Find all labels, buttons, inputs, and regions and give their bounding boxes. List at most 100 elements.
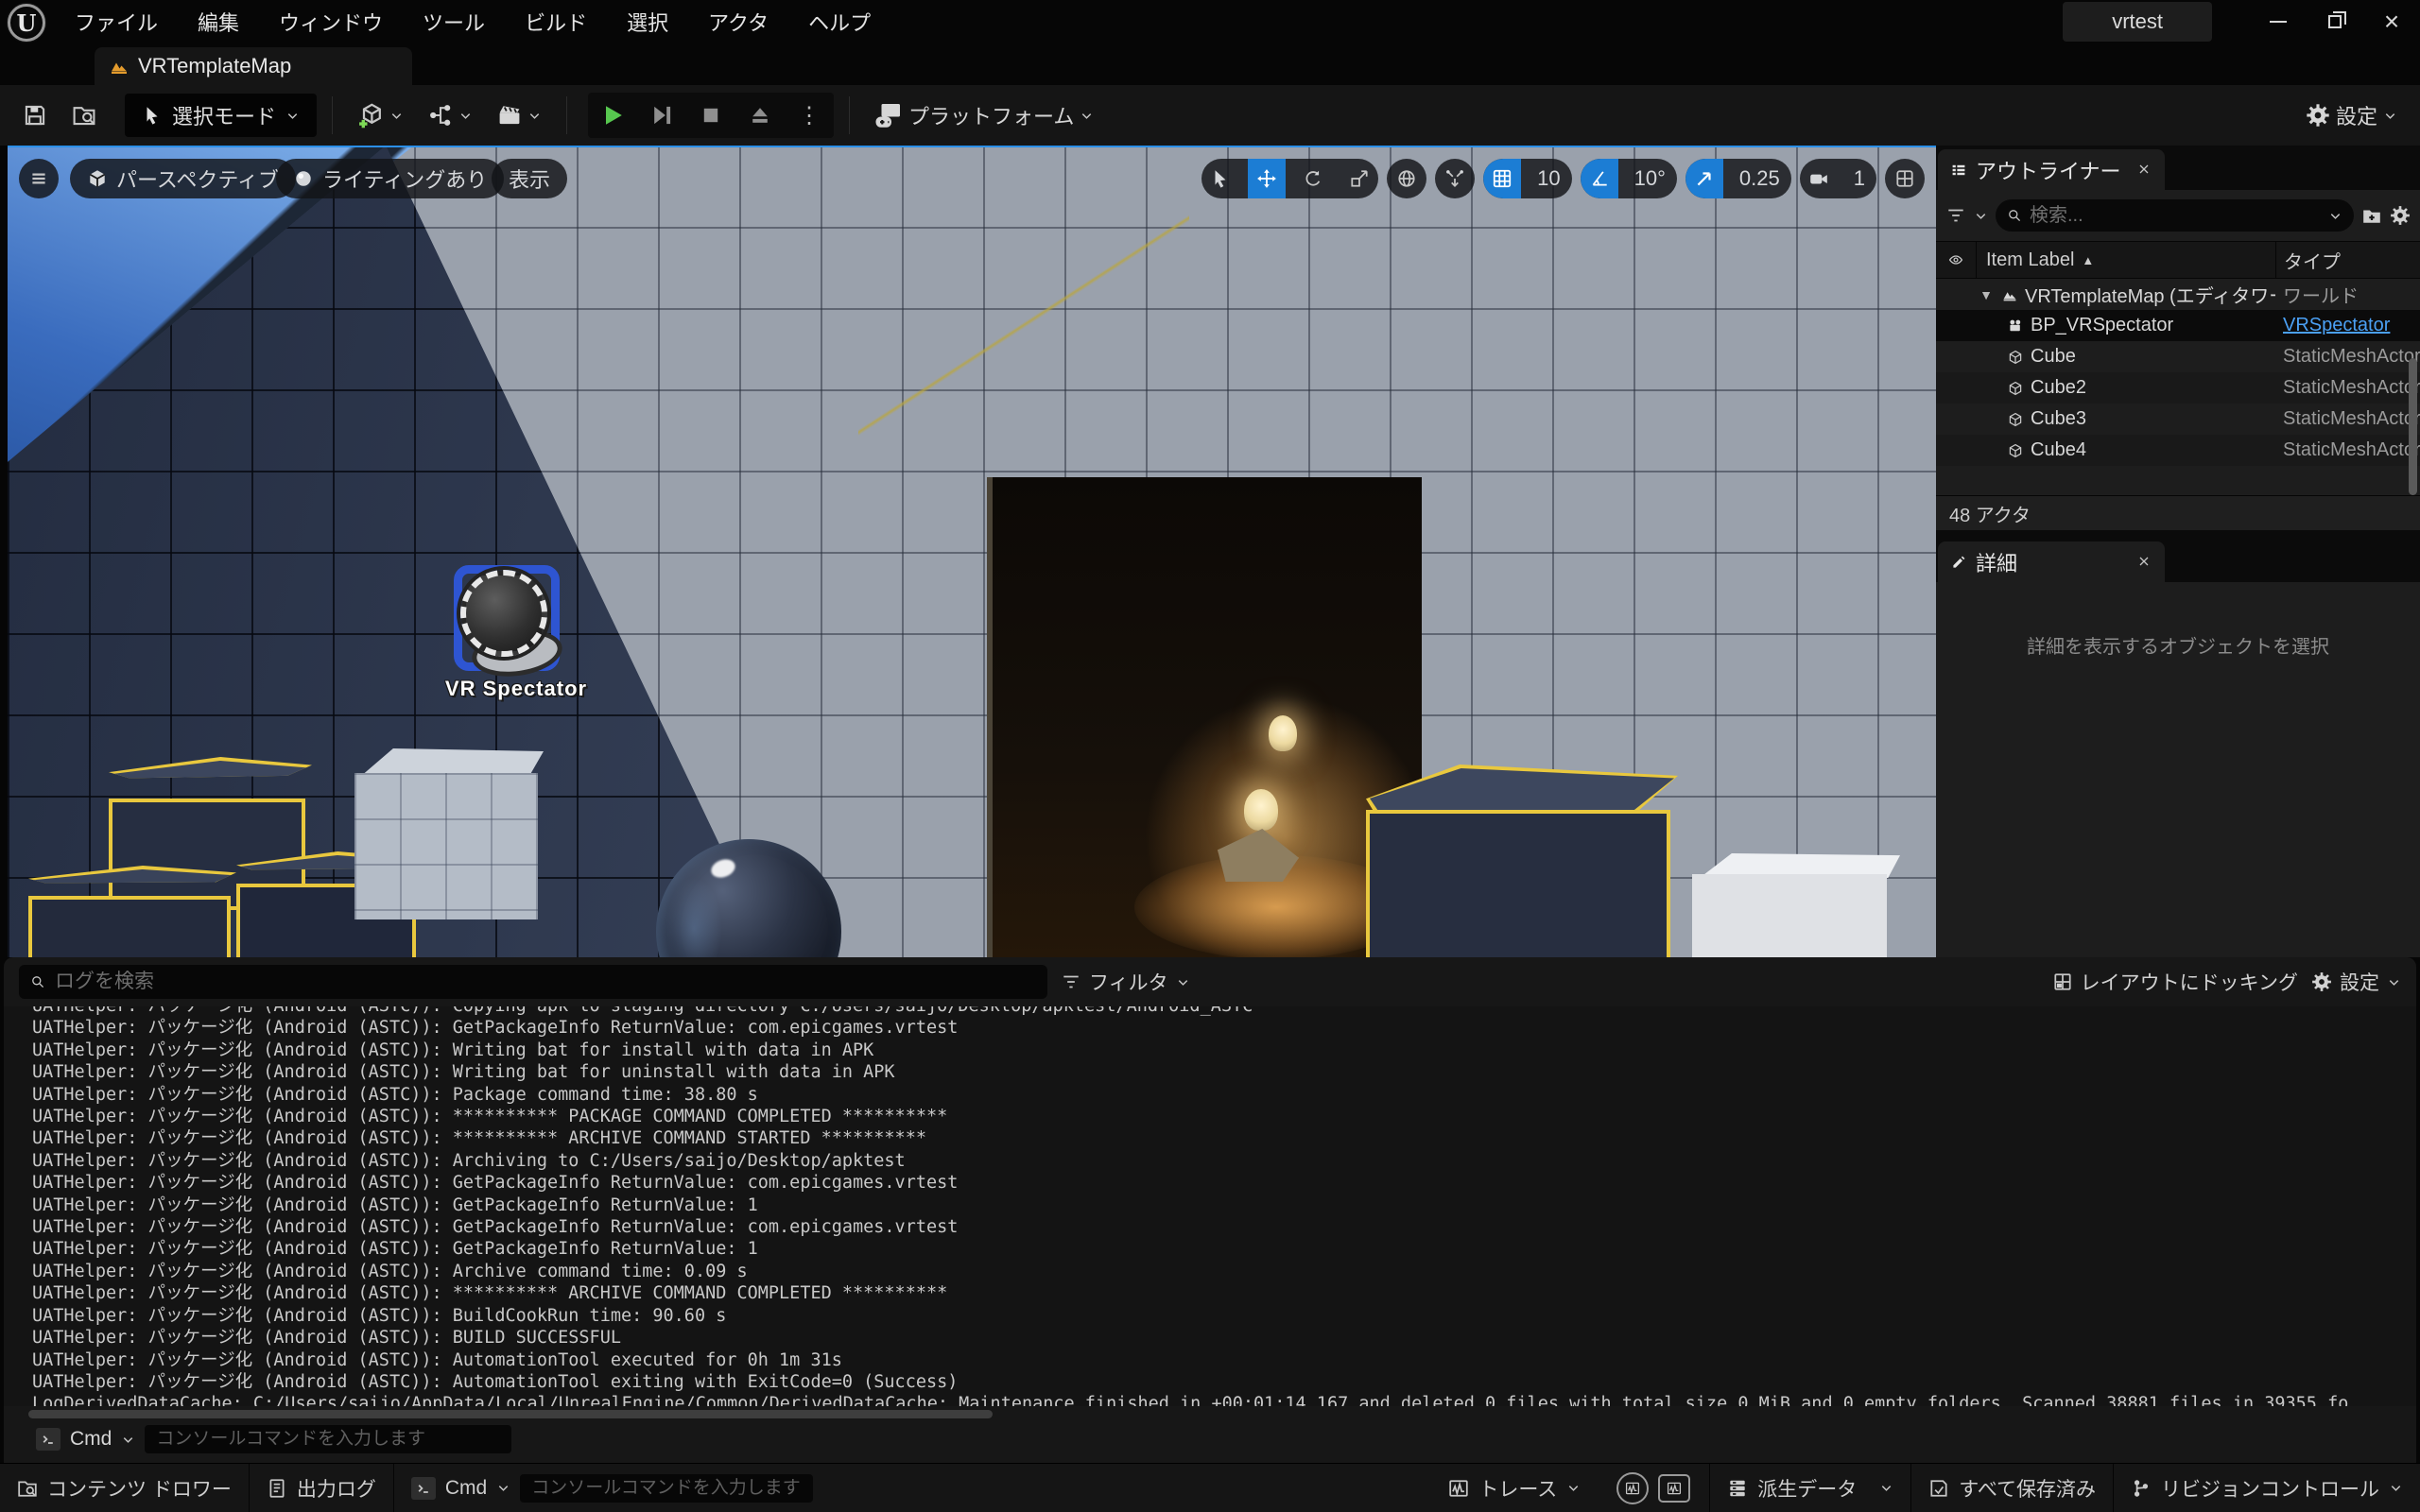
menu-tools[interactable]: ツール [403,0,505,46]
camera-speed-button[interactable] [1800,159,1838,198]
log-line: UATHelper: パッケージ化 (Android (ASTC)): BUIL… [32,1327,2416,1349]
save-button[interactable] [13,93,57,138]
chevron-down-icon[interactable] [2328,209,2342,223]
rotate-tool-button[interactable] [1294,159,1332,198]
platforms-button[interactable]: プラットフォーム [865,93,1103,138]
scale-snap-toggle[interactable] [1685,159,1723,198]
selected-cube[interactable] [1366,765,1678,957]
scale-tool-button[interactable] [1340,159,1378,198]
cinematics-button[interactable] [488,93,551,138]
scale-snap-value[interactable]: 0.25 [1732,166,1791,191]
log-settings-button[interactable]: 設定 [2311,968,2401,996]
menu-select[interactable]: 選択 [607,0,688,46]
chevron-down-icon[interactable] [496,1481,510,1495]
minimize-button[interactable] [2250,0,2307,43]
type-link[interactable]: VRSpectator [2275,315,2420,336]
menu-window[interactable]: ウィンドウ [259,0,403,46]
menu-actor[interactable]: アクタ [688,0,788,46]
select-tool-button[interactable] [1201,159,1239,198]
status-console-command-input[interactable] [520,1474,813,1503]
light-cube[interactable] [354,748,544,919]
column-type[interactable]: タイプ [2275,242,2420,278]
outliner-row-cube2[interactable]: Cube2 StaticMeshActor [1936,372,2420,404]
insights-icon[interactable] [1616,1472,1649,1504]
outliner-search[interactable] [1996,199,2354,232]
chevron-down-icon[interactable] [121,1433,135,1447]
vr-spectator-sprite[interactable] [454,565,560,671]
log-search-input[interactable] [55,971,1036,993]
move-tool-button[interactable] [1248,159,1286,198]
outliner-scrollbar[interactable] [2409,358,2417,495]
expand-caret-icon[interactable]: ▼ [1978,287,1995,302]
close-icon[interactable] [2136,158,2152,182]
filter-icon[interactable] [1945,205,1966,226]
save-all-button[interactable]: すべて保存済み [1911,1464,2114,1512]
cmd-dropdown[interactable]: Cmd [70,1428,112,1451]
revision-control-button[interactable]: リビジョンコントロール [2114,1464,2420,1512]
cmd-dropdown[interactable]: Cmd [445,1477,487,1500]
world-local-toggle[interactable] [1387,159,1426,198]
menu-build[interactable]: ビルド [505,0,607,46]
rotation-snap-toggle[interactable] [1581,159,1618,198]
outliner-row-bp-vrspectator[interactable]: BP_VRSpectator VRSpectator [1936,310,2420,341]
chevron-down-icon [389,109,404,123]
white-cube[interactable] [1692,853,1900,957]
surface-snapping-button[interactable] [1435,159,1475,198]
menu-help[interactable]: ヘルプ [788,0,890,46]
menu-edit[interactable]: 編集 [178,0,259,46]
gear-icon[interactable] [2390,205,2411,226]
play-options-button[interactable]: ⋮ [785,93,834,138]
outliner-row-cube[interactable]: Cube StaticMeshActor [1936,341,2420,372]
perspective-button[interactable]: パースペクティブ [70,159,296,198]
unreal-logo-icon[interactable]: U [8,4,45,42]
content-drawer-button[interactable]: コンテンツ ドロワー [0,1464,250,1512]
console-command-input[interactable] [145,1425,511,1453]
log-horizontal-scrollbar[interactable] [4,1406,2416,1421]
derived-data-button[interactable]: 派生データ [1710,1464,1911,1512]
outliner-row-cube4[interactable]: Cube4 StaticMeshActor [1936,435,2420,466]
editor-settings-button[interactable]: 設定 [2296,93,2407,138]
play-button[interactable] [588,93,637,138]
close-icon[interactable] [2136,550,2152,575]
terminal-icon [36,1428,60,1451]
show-flags-button[interactable]: 表示 [492,159,567,198]
snapshot-icon[interactable] [1658,1474,1690,1503]
eye-icon[interactable] [1936,252,1976,267]
blueprints-button[interactable] [419,93,482,138]
tab-vrtemplatemap[interactable]: VRTemplateMap [95,47,412,85]
log-filter-button[interactable]: フィルタ [1061,968,1190,996]
log-text-area[interactable]: UATHelper: パッケージ化 (Android (ASTC)): Copy… [4,1006,2416,1406]
view-mode-button[interactable]: ライティングあり [276,159,504,198]
outliner-search-input[interactable] [2030,205,2321,227]
maximize-viewport-button[interactable] [1885,159,1925,198]
editor-mode-select[interactable]: 選択モード [125,94,317,137]
viewport-options-button[interactable] [19,159,59,198]
eject-button[interactable] [735,93,785,138]
close-button[interactable]: × [2363,0,2420,43]
chevron-down-icon[interactable] [1974,209,1988,223]
stop-button[interactable] [686,93,735,138]
unreal-editor-window: U ファイル 編集 ウィンドウ ツール ビルド 選択 アクタ ヘルプ vrtes… [0,0,2420,1512]
restore-button[interactable] [2307,0,2363,43]
column-item-label[interactable]: Item Label ▲ [1976,242,2275,278]
dock-in-layout-button[interactable]: レイアウトにドッキング [2052,968,2298,996]
menu-file[interactable]: ファイル [55,0,178,46]
add-actor-button[interactable] [348,93,413,138]
grid-snap-value[interactable]: 10 [1530,166,1571,191]
selected-cube[interactable] [28,866,236,957]
add-cube-icon [357,102,384,129]
level-viewport[interactable]: VR Spectator パースペクティブ ライティングあり 表示 [8,146,1936,957]
output-log-button[interactable]: 出力ログ [250,1464,394,1512]
tab-details[interactable]: 詳細 [1938,541,2165,582]
frame-skip-button[interactable] [637,93,686,138]
content-browser-button[interactable] [62,93,106,138]
tab-outliner[interactable]: アウトライナー [1938,149,2165,190]
log-search[interactable] [19,965,1047,999]
outliner-row-world[interactable]: ▼ VRTemplateMap (エディタワールド) ワールド [1936,279,2420,310]
camera-speed-value[interactable]: 1 [1846,166,1876,191]
outliner-row-cube3[interactable]: Cube3 StaticMeshActor [1936,404,2420,435]
create-folder-icon[interactable] [2361,205,2382,226]
rotation-snap-value[interactable]: 10° [1627,166,1677,191]
trace-button[interactable]: トレース [1431,1464,1598,1512]
grid-snap-toggle[interactable] [1483,159,1521,198]
